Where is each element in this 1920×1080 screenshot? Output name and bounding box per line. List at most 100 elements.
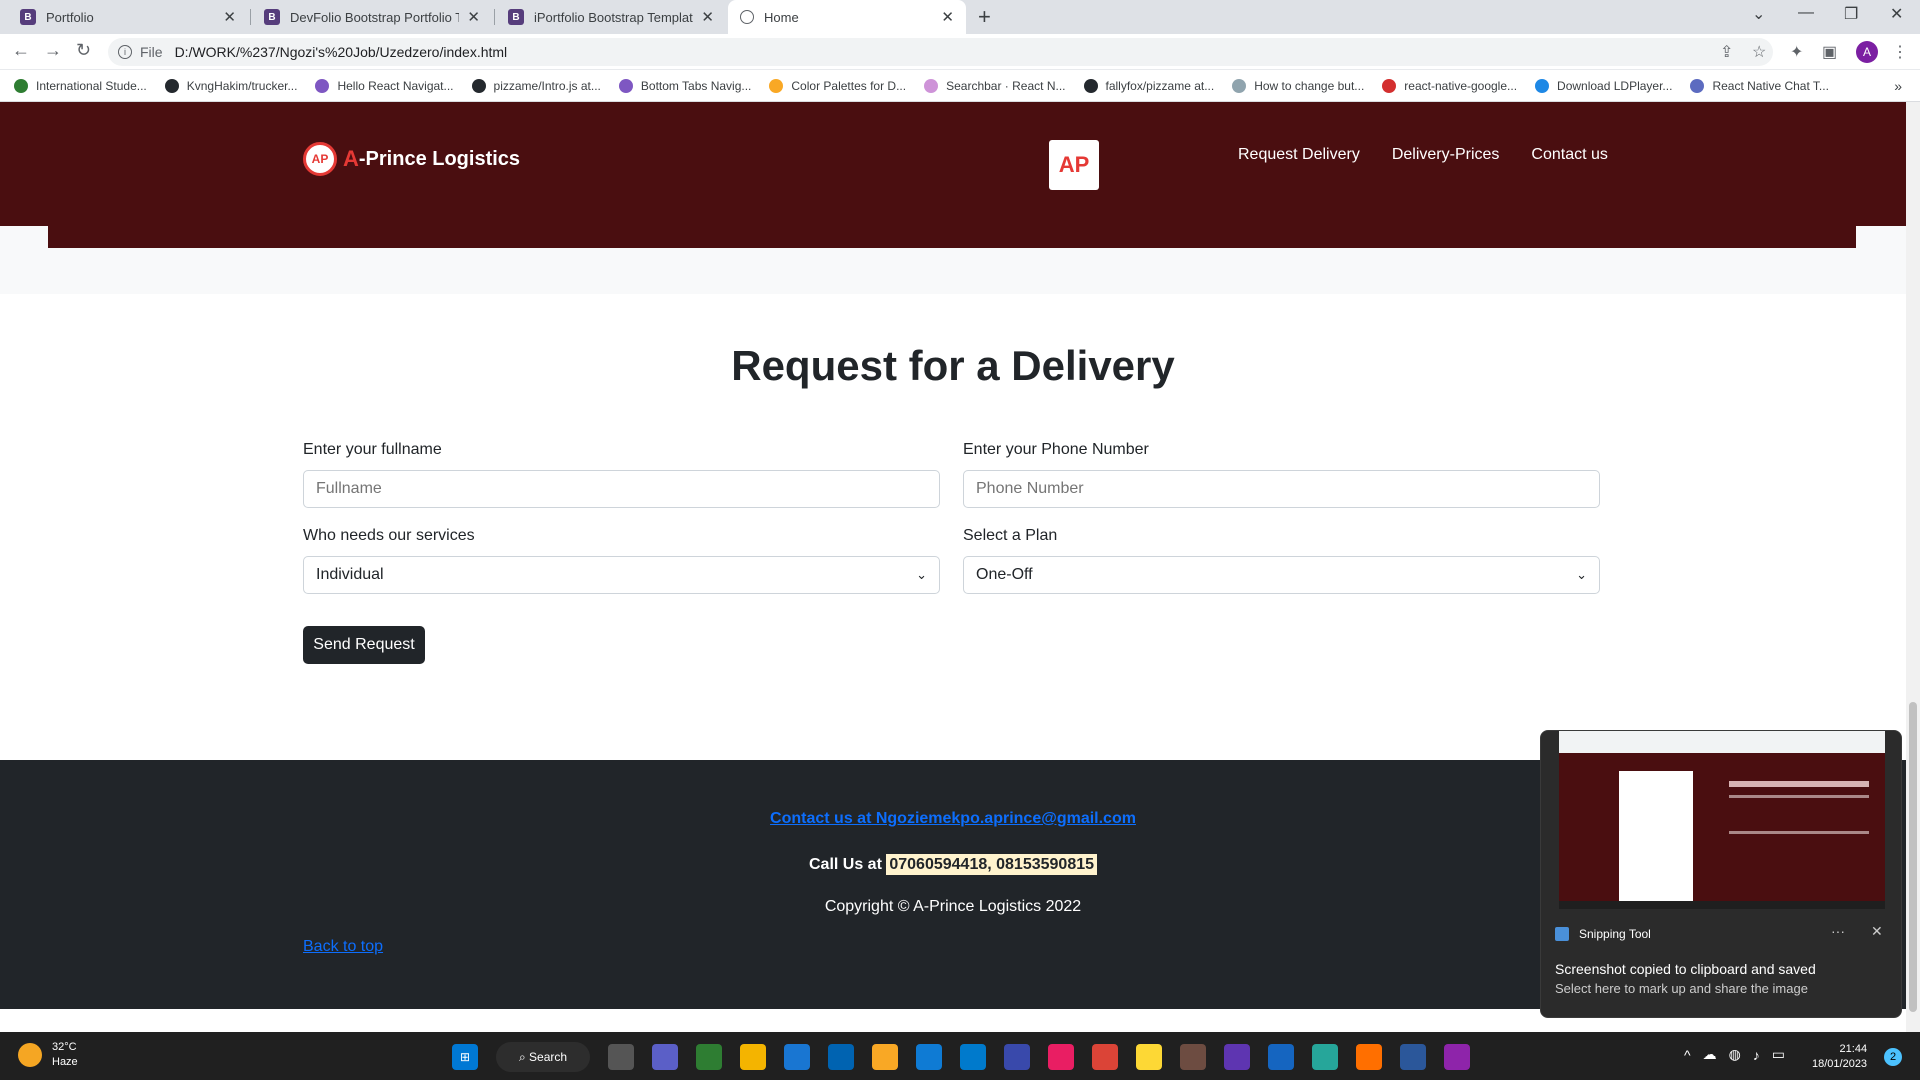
weather-condition: Haze: [52, 1056, 78, 1068]
bookmark-item[interactable]: Download LDPlayer...: [1535, 78, 1672, 93]
bootstrap-icon: B: [264, 9, 280, 25]
battery-icon[interactable]: ▭: [1772, 1046, 1785, 1063]
tab-search-icon[interactable]: ⌄: [1752, 4, 1765, 24]
network-icon[interactable]: ◍: [1729, 1046, 1741, 1063]
sticky-notes-icon[interactable]: [1136, 1044, 1162, 1070]
tab-portfolio[interactable]: B Portfolio ✕: [8, 0, 248, 34]
figma-icon[interactable]: [1048, 1044, 1074, 1070]
close-icon[interactable]: ✕: [223, 8, 236, 26]
app-icon[interactable]: [1004, 1044, 1030, 1070]
bookmark-item[interactable]: pizzame/Intro.js at...: [471, 78, 601, 93]
who-select[interactable]: Individual ⌄: [303, 556, 940, 594]
taskbar: 32°C Haze ⊞ ⌕ Search ^ ☁ ◍ ♪ ▭ 21:44 18/…: [0, 1032, 1920, 1080]
close-icon[interactable]: ✕: [701, 8, 714, 26]
edge-icon[interactable]: [916, 1044, 942, 1070]
bookmarks-overflow-icon[interactable]: »: [1894, 78, 1902, 94]
fullname-input[interactable]: [303, 470, 940, 508]
bookmark-item[interactable]: International Stude...: [14, 78, 147, 93]
plan-label: Select a Plan: [963, 527, 1058, 544]
nav-delivery-prices[interactable]: Delivery-Prices: [1392, 146, 1500, 164]
app-icon[interactable]: [1224, 1044, 1250, 1070]
menu-icon[interactable]: ⋮: [1892, 42, 1908, 62]
bookmark-label: KvngHakim/trucker...: [186, 78, 298, 93]
bookmark-item[interactable]: KvngHakim/trucker...: [164, 78, 298, 93]
bookmark-item[interactable]: Searchbar · React N...: [924, 78, 1066, 93]
taskbar-apps: ⊞ ⌕ Search: [452, 1042, 1488, 1072]
system-clock[interactable]: 21:44 18/01/2023: [1812, 1042, 1867, 1072]
who-label: Who needs our services: [303, 527, 475, 544]
bookmark-item[interactable]: Hello React Navigat...: [315, 78, 454, 93]
app-icon[interactable]: [740, 1044, 766, 1070]
side-panel-icon[interactable]: ▣: [1822, 42, 1837, 62]
plan-select[interactable]: One-Off ⌄: [963, 556, 1600, 594]
nav-request-delivery[interactable]: Request Delivery: [1238, 146, 1360, 164]
app-icon[interactable]: [1180, 1044, 1206, 1070]
scrollbar-thumb[interactable]: [1909, 702, 1917, 1012]
window-close-button[interactable]: ✕: [1890, 4, 1903, 24]
volume-icon[interactable]: ♪: [1753, 1047, 1760, 1063]
brand[interactable]: AP A -Prince Logistics: [303, 142, 520, 176]
notification-badge[interactable]: 2: [1884, 1048, 1902, 1066]
file-explorer-icon[interactable]: [872, 1044, 898, 1070]
tab-iportfolio[interactable]: B iPortfolio Bootstrap Template - Ir ✕: [496, 0, 726, 34]
bookmark-item[interactable]: React Native Chat T...: [1690, 78, 1829, 93]
word-icon[interactable]: [1400, 1044, 1426, 1070]
vscode-icon[interactable]: [960, 1044, 986, 1070]
winrar-icon[interactable]: [1444, 1044, 1470, 1070]
bookmark-label: Bottom Tabs Navig...: [640, 78, 752, 93]
close-icon[interactable]: ✕: [941, 8, 954, 26]
bookmark-label: How to change but...: [1254, 78, 1365, 93]
fullname-label: Enter your fullname: [303, 441, 442, 458]
toast-app: Snipping Tool: [1555, 927, 1651, 941]
star-icon[interactable]: ☆: [1752, 42, 1766, 62]
address-input[interactable]: i File D:/WORK/%237/Ngozi's%20Job/Uzedze…: [108, 38, 1773, 66]
page-scrollbar[interactable]: [1906, 102, 1920, 1032]
maximize-button[interactable]: ❐: [1844, 4, 1858, 24]
forward-arrow-icon[interactable]: →: [44, 40, 62, 61]
bookmark-item[interactable]: Bottom Tabs Navig...: [618, 78, 752, 93]
screenshot-thumbnail[interactable]: [1559, 731, 1885, 909]
info-icon[interactable]: i: [118, 45, 132, 59]
bookmark-item[interactable]: Color Palettes for D...: [769, 78, 906, 93]
nav-contact-us[interactable]: Contact us: [1531, 146, 1607, 164]
bookmark-item[interactable]: How to change but...: [1232, 78, 1365, 93]
mail-icon[interactable]: [784, 1044, 810, 1070]
minimize-button[interactable]: —: [1798, 4, 1814, 22]
bookmark-favicon-icon: [14, 78, 28, 93]
profile-avatar[interactable]: A: [1856, 41, 1878, 63]
snipping-toast[interactable]: Snipping Tool ··· ✕ Screenshot copied to…: [1540, 730, 1902, 1018]
store-icon[interactable]: [828, 1044, 854, 1070]
task-view-icon[interactable]: [608, 1044, 634, 1070]
onedrive-icon[interactable]: ☁: [1703, 1046, 1717, 1063]
contact-email-link[interactable]: Contact us at Ngoziemekpo.aprince@gmail.…: [770, 810, 1136, 827]
chevron-down-icon: ⌄: [916, 567, 927, 582]
taskbar-search[interactable]: ⌕ Search: [496, 1042, 590, 1072]
bookmark-item[interactable]: fallyfox/pizzame at...: [1083, 78, 1214, 93]
reload-icon[interactable]: ↻: [76, 40, 91, 61]
weather-widget[interactable]: 32°C Haze: [18, 1040, 78, 1070]
chrome-icon[interactable]: [1092, 1044, 1118, 1070]
url-scheme: File: [140, 44, 163, 60]
share-icon[interactable]: ⇪: [1720, 42, 1733, 62]
app-icon[interactable]: [1312, 1044, 1338, 1070]
vlc-icon[interactable]: [1356, 1044, 1382, 1070]
more-options-icon[interactable]: ···: [1831, 923, 1845, 939]
app-icon[interactable]: [1268, 1044, 1294, 1070]
new-tab-button[interactable]: +: [978, 4, 991, 30]
tab-home[interactable]: Home ✕: [728, 0, 966, 34]
chevron-down-icon: ⌄: [1576, 567, 1587, 582]
back-arrow-icon[interactable]: ←: [12, 40, 30, 61]
send-request-button[interactable]: Send Request: [303, 626, 425, 664]
back-to-top-link[interactable]: Back to top: [303, 938, 383, 956]
teams-icon[interactable]: [652, 1044, 678, 1070]
windows-start-icon[interactable]: ⊞: [452, 1044, 478, 1070]
tab-devfolio[interactable]: B DevFolio Bootstrap Portfolio Tem ✕: [252, 0, 492, 34]
extensions-icon[interactable]: ✦: [1790, 42, 1803, 62]
close-icon[interactable]: ✕: [467, 8, 480, 26]
toast-close-icon[interactable]: ✕: [1871, 923, 1883, 940]
phone-input[interactable]: [963, 470, 1600, 508]
edge-dev-icon[interactable]: [696, 1044, 722, 1070]
bookmark-favicon-icon: [471, 78, 486, 93]
bookmark-item[interactable]: react-native-google...: [1382, 78, 1517, 93]
chevron-up-icon[interactable]: ^: [1684, 1047, 1691, 1063]
